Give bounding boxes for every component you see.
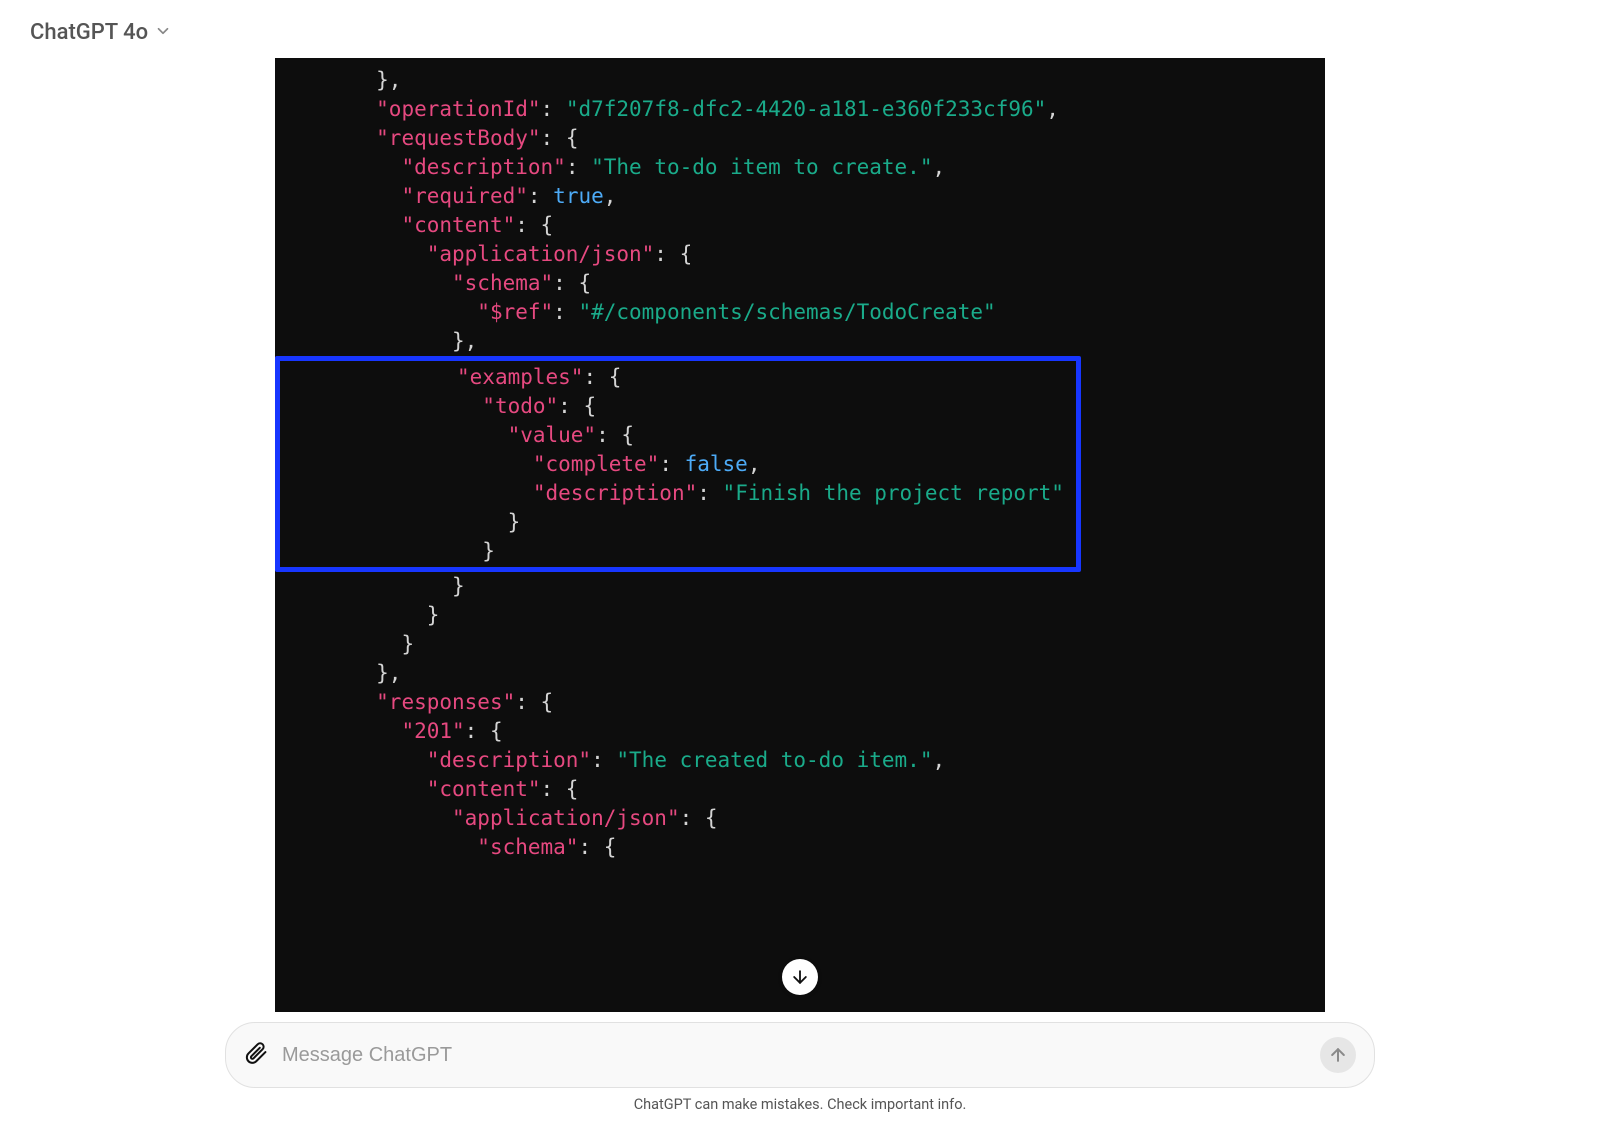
json-key: "required" <box>401 184 527 208</box>
json-key: "application/json" <box>452 806 680 830</box>
json-key: "todo" <box>482 394 558 418</box>
json-key: "201" <box>401 719 464 743</box>
json-key: "responses" <box>376 690 515 714</box>
json-bool: true <box>553 184 604 208</box>
attachment-icon[interactable] <box>244 1041 268 1069</box>
footer: ChatGPT can make mistakes. Check importa… <box>0 1012 1600 1131</box>
conversation-area: }, "operationId": "d7f207f8-dfc2-4420-a1… <box>0 55 1600 1012</box>
disclaimer-text: ChatGPT can make mistakes. Check importa… <box>634 1096 967 1113</box>
json-key: "application/json" <box>427 242 655 266</box>
code-block: }, "operationId": "d7f207f8-dfc2-4420-a1… <box>275 58 1325 1012</box>
json-string: "The created to-do item." <box>616 748 932 772</box>
json-string: "Finish the project report" <box>723 481 1064 505</box>
scroll-down-button[interactable] <box>782 959 818 995</box>
json-key: "content" <box>401 213 515 237</box>
code-content: }, "operationId": "d7f207f8-dfc2-4420-a1… <box>275 58 1325 892</box>
highlight-box: "examples": { "todo": { "value": { "comp… <box>275 356 1081 573</box>
header-bar: ChatGPT 4o <box>0 0 1600 55</box>
json-string: "#/components/schemas/TodoCreate" <box>578 300 995 324</box>
json-string: "d7f207f8-dfc2-4420-a181-e360f233cf96" <box>566 97 1046 121</box>
send-button[interactable] <box>1320 1037 1356 1073</box>
json-key: "description" <box>427 748 591 772</box>
json-key: "description" <box>401 155 565 179</box>
json-key: "complete" <box>533 452 659 476</box>
json-key: "examples" <box>457 365 583 389</box>
json-key: "content" <box>427 777 541 801</box>
message-bar <box>225 1022 1375 1088</box>
json-key: "$ref" <box>477 300 553 324</box>
json-key: "operationId" <box>376 97 540 121</box>
json-key: "description" <box>533 481 697 505</box>
json-key: "value" <box>508 423 597 447</box>
json-key: "schema" <box>477 835 578 859</box>
json-bool: false <box>685 452 748 476</box>
message-input[interactable] <box>282 1044 1306 1067</box>
chevron-down-icon[interactable] <box>154 22 172 44</box>
json-key: "schema" <box>452 271 553 295</box>
json-string: "The to-do item to create." <box>591 155 932 179</box>
model-selector-label[interactable]: ChatGPT 4o <box>30 20 148 45</box>
json-key: "requestBody" <box>376 126 540 150</box>
app-root: ChatGPT 4o }, "operationId": "d7f207f8-d… <box>0 0 1600 1131</box>
